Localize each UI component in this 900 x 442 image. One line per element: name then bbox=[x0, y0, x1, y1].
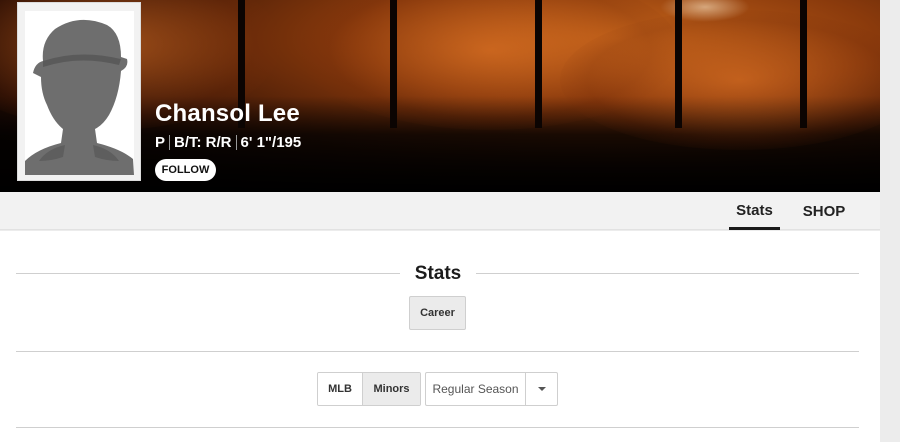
player-photo-frame bbox=[17, 2, 141, 181]
light-pole bbox=[390, 0, 397, 128]
season-type-value: Regular Season bbox=[426, 373, 526, 405]
chevron-down-icon bbox=[537, 387, 546, 391]
bio-divider bbox=[235, 135, 237, 150]
player-height-weight: 6' 1"/195 bbox=[240, 134, 302, 151]
mlb-toggle-button[interactable]: MLB bbox=[318, 373, 363, 405]
light-pole bbox=[535, 0, 542, 128]
light-pole bbox=[675, 0, 682, 128]
follow-button[interactable]: FOLLOW bbox=[155, 159, 216, 181]
player-name: Chansol Lee bbox=[155, 100, 300, 127]
player-header-banner: Chansol Lee P B/T: R/R 6' 1"/195 FOLLOW bbox=[0, 0, 880, 192]
tab-shop[interactable]: SHOP bbox=[796, 192, 852, 230]
light-pole bbox=[800, 0, 807, 128]
bio-divider bbox=[169, 135, 171, 150]
player-silhouette-graphic bbox=[25, 11, 134, 175]
title-divider-left bbox=[16, 273, 400, 274]
player-page: Chansol Lee P B/T: R/R 6' 1"/195 FOLLOW … bbox=[0, 0, 900, 442]
player-position: P bbox=[155, 134, 166, 151]
minors-toggle-button[interactable]: Minors bbox=[363, 373, 420, 405]
player-bats-throws: B/T: R/R bbox=[174, 134, 232, 151]
player-silhouette-icon bbox=[25, 11, 134, 175]
section-divider bbox=[16, 351, 859, 352]
section-title: Stats bbox=[414, 263, 462, 284]
title-divider-right bbox=[476, 273, 859, 274]
tab-stats[interactable]: Stats bbox=[729, 192, 780, 230]
player-tab-bar: Stats SHOP bbox=[0, 192, 880, 230]
section-divider bbox=[16, 427, 859, 428]
season-type-dropdown[interactable]: Regular Season bbox=[425, 372, 558, 406]
career-button[interactable]: Career bbox=[409, 296, 466, 330]
stats-section: Stats Career MLB Minors Regular Season bbox=[0, 231, 880, 442]
sky-cloud bbox=[560, 10, 880, 150]
league-toggle-group: MLB Minors bbox=[317, 372, 421, 406]
dropdown-toggle[interactable] bbox=[526, 373, 557, 405]
player-bio-line: P B/T: R/R 6' 1"/195 bbox=[155, 134, 301, 151]
